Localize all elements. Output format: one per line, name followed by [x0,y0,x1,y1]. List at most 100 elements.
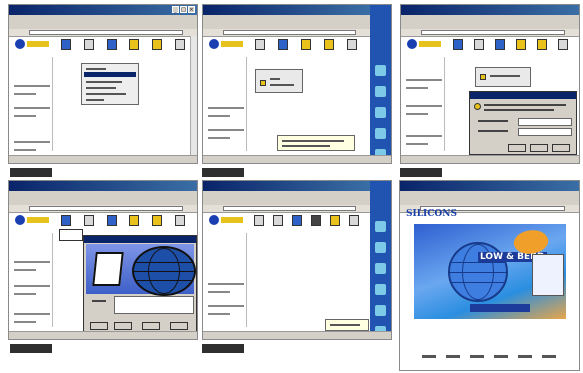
address-bar[interactable] [203,205,370,213]
minimize-button[interactable]: _ [172,6,179,13]
taskbar-notification[interactable] [325,319,369,331]
printer-icon[interactable] [272,215,283,226]
product-splash-image: LOW & BERD [414,224,566,319]
shortcut-icon[interactable] [375,107,386,118]
menu-bar[interactable] [9,15,197,22]
network-icon[interactable] [310,215,321,226]
close-button[interactable]: × [188,6,195,13]
document-icon [92,252,124,286]
network-icon[interactable] [515,39,526,50]
shortcut-icon[interactable] [375,128,386,139]
folder-icon[interactable] [106,39,117,50]
tooltip-balloon [277,135,355,151]
app-logo [15,39,49,51]
folder-icon[interactable] [278,39,289,50]
network-icon[interactable] [129,215,140,226]
folder-icon[interactable] [106,215,117,226]
shortcut-icon[interactable] [375,65,386,76]
shortcut-icon[interactable] [375,263,386,274]
callout-box [532,254,564,296]
address-input[interactable] [223,206,356,211]
dialog-input[interactable] [114,296,194,314]
menu-bar[interactable] [203,15,370,22]
drive-icon[interactable] [174,215,185,226]
context-menu-item-highlighted[interactable] [84,72,136,77]
shortcut-icon[interactable] [375,284,386,295]
footer-links[interactable] [422,355,562,358]
mail-icon[interactable] [151,39,162,50]
address-input[interactable] [29,206,183,211]
context-menu-item[interactable] [86,68,106,70]
help-button[interactable] [552,144,570,152]
globe-icon[interactable] [452,39,463,50]
printer-icon[interactable] [255,39,266,50]
address-bar[interactable] [401,29,579,37]
printer-icon[interactable] [473,39,484,50]
app-logo [15,215,49,227]
dialog-input[interactable] [518,128,572,136]
globe-icon[interactable] [61,39,72,50]
folder-icon[interactable] [480,74,486,80]
cancel-button[interactable] [142,322,160,330]
mail-icon[interactable] [329,215,340,226]
wizard-banner [86,244,196,296]
dialog-input[interactable] [518,118,572,126]
mail-icon[interactable] [536,39,547,50]
notification-text [330,324,360,326]
menu-bar[interactable] [203,191,370,198]
help-button[interactable] [170,322,188,330]
shortcut-icon[interactable] [375,242,386,253]
window-titlebar [203,5,370,15]
caption-bar-4 [10,344,52,353]
globe-icon[interactable] [61,215,72,226]
shortcut-icon[interactable] [375,221,386,232]
drive-icon[interactable] [346,39,357,50]
folder-icon[interactable] [260,80,266,86]
mail-icon[interactable] [323,39,334,50]
file-panel [475,67,531,87]
setup-wizard-dialog [83,235,197,335]
window-titlebar [203,181,370,191]
shortcut-icon[interactable] [375,86,386,97]
ok-button[interactable] [508,144,526,152]
folder-icon[interactable] [494,39,505,50]
vertical-scrollbar[interactable] [190,36,197,155]
address-bar[interactable] [203,29,370,37]
menu-bar[interactable] [400,191,579,198]
address-input[interactable] [29,30,183,35]
shortcut-icon[interactable] [375,305,386,316]
window-titlebar [9,181,197,191]
network-map-icon[interactable] [253,215,264,226]
status-bar [203,331,391,339]
back-button[interactable] [90,322,108,330]
drive-icon[interactable] [174,39,185,50]
maximize-button[interactable]: □ [180,6,187,13]
next-button[interactable] [114,322,132,330]
folder-icon[interactable] [291,215,302,226]
context-menu-item[interactable] [86,87,116,89]
printer-icon[interactable] [83,39,94,50]
address-input[interactable] [421,30,565,35]
caption-bar-2 [202,168,244,177]
mail-icon[interactable] [151,215,162,226]
screenshot-panel-2 [202,4,392,164]
app-logo [407,39,441,51]
context-menu-item[interactable] [86,93,126,95]
address-bar[interactable] [9,29,197,37]
network-icon[interactable] [300,39,311,50]
menu-bar[interactable] [401,15,579,22]
network-icon[interactable] [129,39,140,50]
menu-bar[interactable] [9,191,197,198]
network-map-icon[interactable] [59,229,83,241]
drive-icon[interactable] [557,39,568,50]
context-menu-item[interactable] [86,99,104,101]
dialog-titlebar [84,236,196,243]
printer-icon[interactable] [83,215,94,226]
left-info-pane [206,233,247,327]
address-bar[interactable] [9,205,197,213]
context-menu[interactable] [81,63,139,105]
cancel-button[interactable] [530,144,548,152]
context-menu-item[interactable] [86,81,122,83]
drive-icon[interactable] [348,215,359,226]
address-input[interactable] [223,30,356,35]
